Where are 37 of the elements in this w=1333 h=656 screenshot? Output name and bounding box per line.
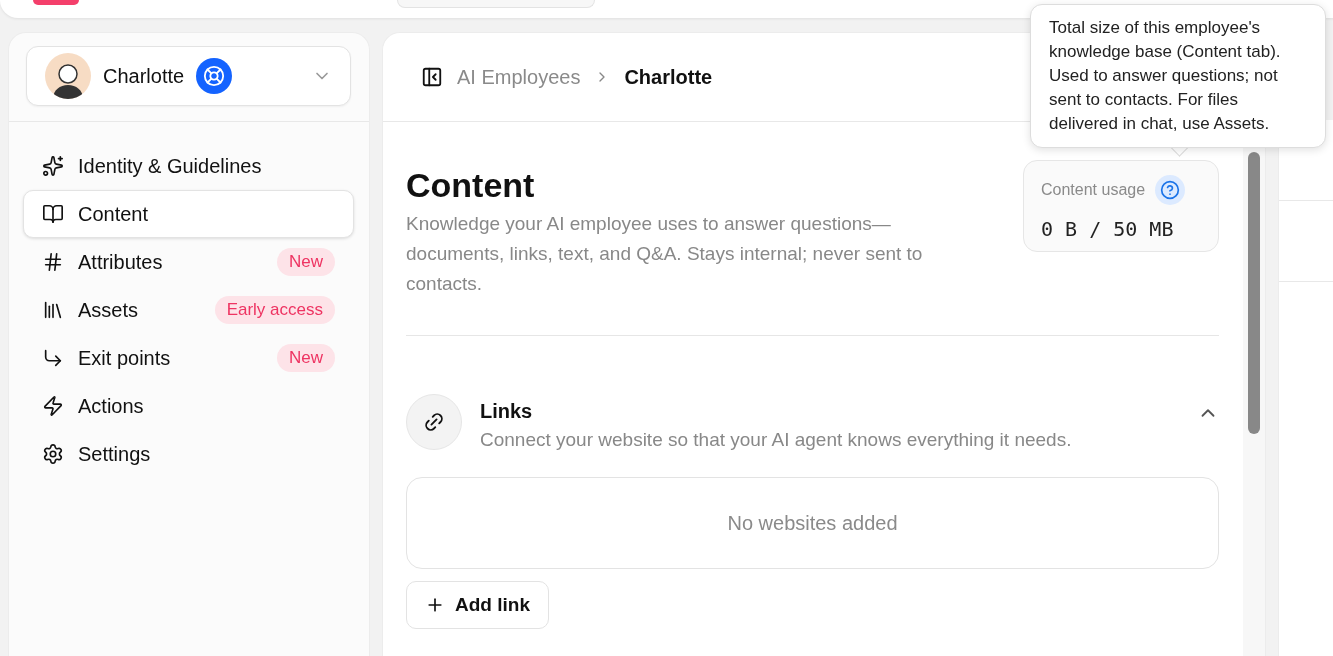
lifebuoy-icon xyxy=(196,58,233,94)
badge: New xyxy=(277,344,335,372)
badge: New xyxy=(277,248,335,276)
nav-item[interactable]: Attributes New xyxy=(23,238,354,286)
page-title: Content xyxy=(406,166,536,205)
sidebar-toggle-icon[interactable] xyxy=(421,66,443,88)
tooltip: Total size of this employee's knowledge base (Content tab). Used to answer questions; not sent to contacts. For files delivered in chat, use Assets. xyxy=(1030,4,1326,148)
breadcrumb-current: Charlotte xyxy=(624,65,713,89)
agent-selector[interactable]: Charlotte xyxy=(26,46,351,106)
badge: Early access xyxy=(214,296,335,324)
search-field[interactable] xyxy=(397,0,595,8)
book-icon xyxy=(42,203,64,225)
hash-icon xyxy=(42,251,64,273)
nav-item[interactable]: Content xyxy=(23,190,354,238)
settings-icon xyxy=(42,443,64,465)
usage-value: 0 B / 50 MB xyxy=(1041,217,1175,241)
arrow-icon xyxy=(42,347,64,369)
nav-item[interactable]: Settings xyxy=(23,430,354,478)
library-icon xyxy=(42,299,64,321)
tab-marker xyxy=(33,0,79,5)
link-icon xyxy=(406,394,462,450)
usage-label: Content usage xyxy=(1041,181,1146,199)
nav-item[interactable]: Exit points New xyxy=(23,334,354,382)
add-link-button[interactable]: Add link xyxy=(406,581,549,629)
section-description: Connect your website so that your AI agent knows everything it needs. xyxy=(480,429,1073,451)
sparkles-icon xyxy=(42,155,64,177)
nav-item[interactable]: Actions xyxy=(23,382,354,430)
help-icon[interactable] xyxy=(1155,175,1186,205)
lightning-icon xyxy=(42,395,64,417)
nav-item[interactable]: Identity & Guidelines xyxy=(23,142,354,190)
avatar xyxy=(45,53,91,99)
empty-state: No websites added xyxy=(406,477,1219,569)
section-title: Links xyxy=(480,400,534,423)
nav-item[interactable]: Assets Early access xyxy=(23,286,354,334)
breadcrumb-link[interactable]: AI Employees xyxy=(457,65,581,89)
scrollbar-thumb[interactable] xyxy=(1248,152,1260,434)
page-description: Knowledge your AI employee uses to answer questions—documents, links, text, and Q&A. Stays internal; never sent to contacts. xyxy=(406,212,924,296)
